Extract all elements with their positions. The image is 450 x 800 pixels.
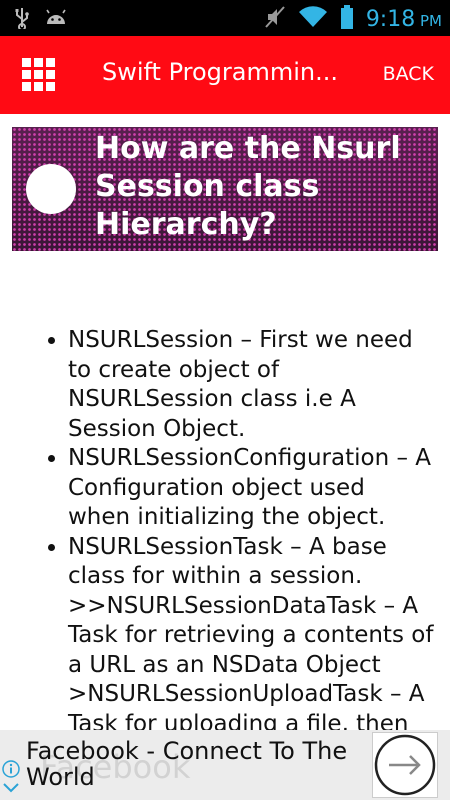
battery-icon	[340, 5, 354, 33]
list-item: NSURLSession – First we need to create o…	[68, 326, 434, 444]
grid-menu-icon[interactable]	[22, 58, 56, 92]
list-item: NSURLSessionConfiguration – A Configurat…	[68, 444, 434, 533]
android-icon	[44, 7, 68, 33]
ad-arrow-button[interactable]	[372, 732, 438, 798]
app-bar: Swift Programmin... BACK	[0, 36, 450, 114]
answer-list: NSURLSession – First we need to create o…	[0, 326, 450, 730]
back-button[interactable]: BACK	[383, 63, 434, 85]
mute-icon	[264, 5, 286, 33]
ad-chevron-down-icon[interactable]	[2, 780, 20, 799]
list-item: NSURLSessionTask – A base class for with…	[68, 533, 434, 731]
ad-text[interactable]: Facebook - Connect To The World	[26, 738, 356, 790]
circle-icon	[26, 164, 76, 214]
clock: 9:18 PM	[365, 6, 442, 32]
answer-content[interactable]: NSURLSession – First we need to create o…	[0, 326, 450, 730]
app-title: Swift Programmin...	[102, 58, 339, 86]
usb-icon	[14, 7, 30, 33]
wifi-icon	[298, 5, 328, 33]
ad-banner[interactable]: Facebook Facebook - Connect To The World	[0, 730, 450, 800]
question-banner: How are the Nsurl Session class Hierarch…	[12, 127, 438, 251]
ad-info-icon[interactable]	[2, 760, 20, 782]
arrow-right-icon	[374, 734, 436, 796]
question-title: How are the Nsurl Session class Hierarch…	[95, 131, 401, 242]
status-bar: 9:18 PM	[0, 0, 450, 36]
